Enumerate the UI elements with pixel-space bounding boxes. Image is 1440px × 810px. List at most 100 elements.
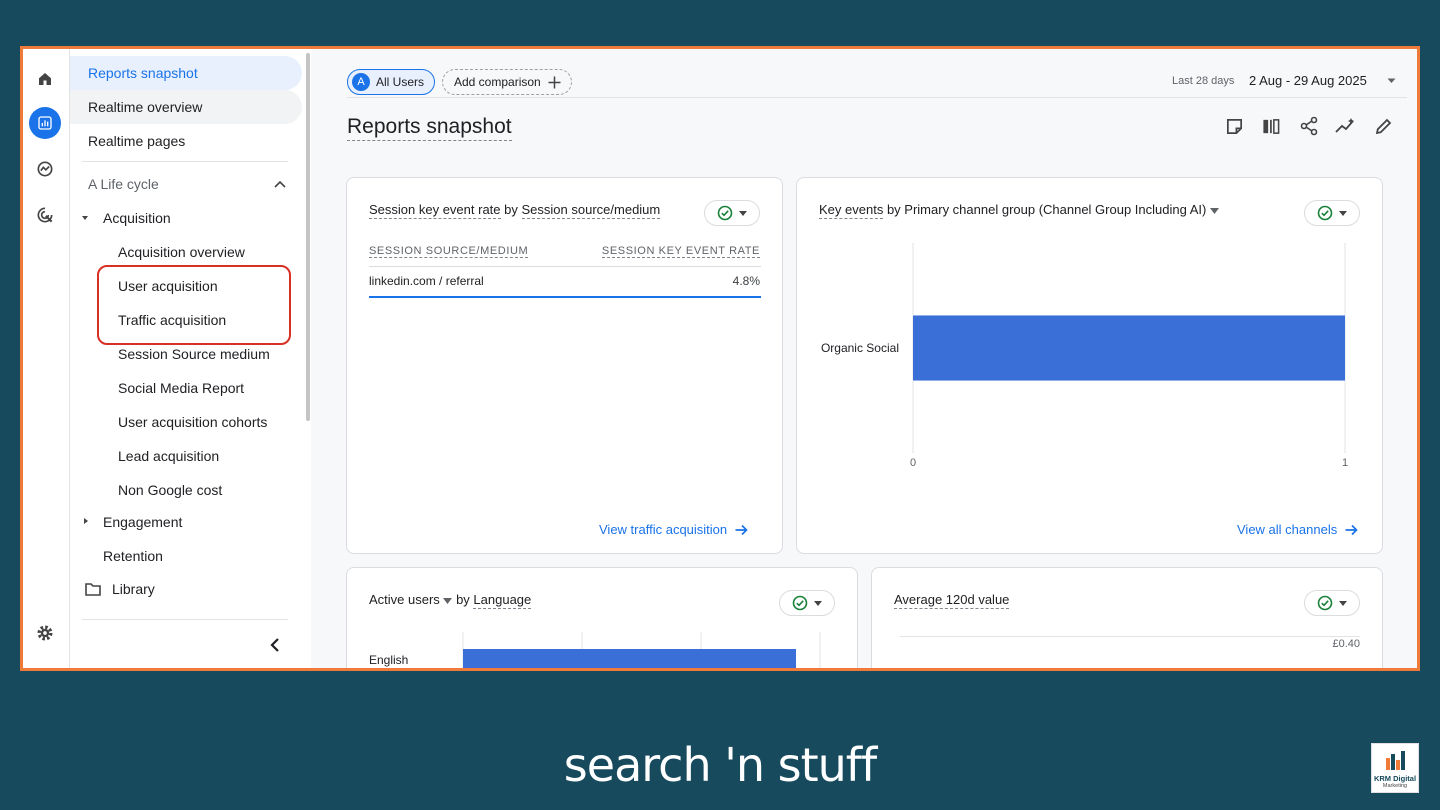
date-range[interactable]: 2 Aug - 29 Aug 2025 xyxy=(1249,73,1367,88)
card4-status-pill[interactable] xyxy=(1304,590,1360,616)
settings-icon[interactable] xyxy=(29,617,61,649)
nav-user-acquisition-cohorts[interactable]: User acquisition cohorts xyxy=(118,414,267,430)
nav-realtime-overview[interactable]: Realtime overview xyxy=(88,99,202,115)
card1-metric[interactable]: Session key event rate xyxy=(369,202,501,219)
caret-down-icon[interactable] xyxy=(81,214,89,222)
krm-logo-text: KRM Digital xyxy=(1373,774,1417,783)
bar-organic-social xyxy=(913,315,1345,381)
category-label: Organic Social xyxy=(821,341,899,355)
check-circle-icon xyxy=(792,595,808,611)
card1-dimension[interactable]: Session source/medium xyxy=(521,202,661,219)
header-divider xyxy=(347,97,1407,98)
insights-icon[interactable] xyxy=(1335,116,1357,136)
x-tick-label: 1 xyxy=(1342,457,1348,469)
analytics-window: Reports snapshot Realtime overview Realt… xyxy=(20,46,1420,671)
card2-dimension[interactable]: by Primary channel group (Channel Group … xyxy=(887,202,1206,217)
nav-lead-acquisition[interactable]: Lead acquisition xyxy=(118,448,219,464)
view-traffic-acquisition-label: View traffic acquisition xyxy=(599,522,728,537)
card3-metric[interactable]: Active users xyxy=(369,592,440,607)
chevron-up-icon[interactable] xyxy=(273,179,287,189)
card2-status-pill[interactable] xyxy=(1304,200,1360,226)
caret-right-icon[interactable] xyxy=(82,517,90,525)
edit-icon[interactable] xyxy=(1374,116,1394,136)
card2-metric[interactable]: Key events xyxy=(819,202,884,219)
nav-library[interactable]: Library xyxy=(112,581,155,597)
range-label: Last 28 days xyxy=(1172,75,1235,87)
segment-chip[interactable]: A All Users xyxy=(347,69,436,95)
main-content: A All Users Add comparison Last 28 days … xyxy=(311,49,1417,668)
krm-logo-sub: Marketing xyxy=(1382,783,1408,789)
nav-retention[interactable]: Retention xyxy=(103,548,163,564)
card-key-events-channel: Key events by Primary channel group (Cha… xyxy=(796,177,1383,554)
nav-acquisition[interactable]: Acquisition xyxy=(103,210,171,226)
home-icon[interactable] xyxy=(29,63,61,95)
card1-status-pill[interactable] xyxy=(704,200,760,226)
segment-avatar: A xyxy=(352,73,370,91)
view-traffic-acquisition-link[interactable]: View traffic acquisition xyxy=(599,522,748,537)
caret-down-icon[interactable] xyxy=(443,598,453,604)
compare-icon[interactable] xyxy=(1261,117,1281,136)
nav-session-source-medium[interactable]: Session Source medium xyxy=(118,346,270,362)
notes-icon[interactable] xyxy=(1225,117,1244,136)
arrow-right-icon xyxy=(1345,524,1358,535)
check-circle-icon xyxy=(717,205,733,221)
explore-icon[interactable] xyxy=(29,153,61,185)
nav-reports-snapshot[interactable]: Reports snapshot xyxy=(88,65,198,81)
nav-acquisition-overview[interactable]: Acquisition overview xyxy=(118,244,245,260)
collapse-chevron-icon[interactable] xyxy=(269,637,281,653)
col-header-source[interactable]: SESSION SOURCE/MEDIUM xyxy=(369,245,529,258)
highlight-annotation xyxy=(97,265,291,345)
caret-down-icon xyxy=(1339,210,1347,216)
page-title: Reports snapshot xyxy=(347,115,512,141)
card-active-users-language: Active users by Language English xyxy=(346,567,858,668)
channel-bar-chart: Organic Social 0 1 xyxy=(821,243,1348,469)
segment-label: All Users xyxy=(376,75,425,89)
caret-down-icon xyxy=(1339,600,1347,606)
add-comparison-button[interactable]: Add comparison xyxy=(442,69,572,95)
nav-social-media-report[interactable]: Social Media Report xyxy=(118,380,244,396)
icon-rail xyxy=(23,49,70,668)
col-header-rate[interactable]: SESSION KEY EVENT RATE xyxy=(601,245,760,258)
nav-non-google-cost[interactable]: Non Google cost xyxy=(118,482,222,498)
value-axis-label: £0.40 xyxy=(1332,638,1360,650)
card3-dimension[interactable]: Language xyxy=(473,592,532,609)
card4-title[interactable]: Average 120d value xyxy=(894,592,1010,609)
bar-english xyxy=(463,649,796,668)
advertising-icon[interactable] xyxy=(29,199,61,231)
brand-wordmark: search 'n stuff xyxy=(563,738,877,792)
row-bar xyxy=(369,296,761,298)
card2-title: Key events by Primary channel group (Cha… xyxy=(819,202,1219,219)
card1-by: by xyxy=(504,202,518,217)
krm-logo: KRM Digital Marketing xyxy=(1371,743,1419,793)
caret-down-icon xyxy=(739,210,747,216)
nav-realtime-pages[interactable]: Realtime pages xyxy=(88,133,185,149)
caret-down-icon[interactable] xyxy=(1209,208,1219,214)
row-value: 4.8% xyxy=(732,274,760,288)
view-all-channels-link[interactable]: View all channels xyxy=(1237,522,1358,537)
plus-icon xyxy=(548,76,561,88)
view-all-channels-label: View all channels xyxy=(1237,522,1338,537)
share-icon[interactable] xyxy=(1299,116,1319,136)
add-comparison-label: Add comparison xyxy=(454,75,541,89)
row-source: linkedin.com / referral xyxy=(369,274,484,288)
reports-nav: Reports snapshot Realtime overview Realt… xyxy=(70,49,310,668)
card3-by: by xyxy=(456,592,470,607)
date-dropdown-icon[interactable] xyxy=(1387,78,1396,84)
table-divider xyxy=(369,266,761,267)
check-circle-icon xyxy=(1317,595,1333,611)
check-circle-icon xyxy=(1317,205,1333,221)
caret-down-icon xyxy=(814,600,822,606)
card-session-key-event-rate: Session key event rate by Session source… xyxy=(346,177,783,554)
language-bar-chart: English xyxy=(369,632,821,668)
card-average-120d-value: Average 120d value £0.40 xyxy=(871,567,1383,668)
nav-scrollbar[interactable] xyxy=(306,53,310,421)
card1-title: Session key event rate by Session source… xyxy=(369,202,661,219)
card3-status-pill[interactable] xyxy=(779,590,835,616)
nav-section-lifecycle[interactable]: A Life cycle xyxy=(88,176,159,192)
reports-icon[interactable] xyxy=(29,107,61,139)
card3-title: Active users by Language xyxy=(369,592,532,609)
nav-engagement[interactable]: Engagement xyxy=(103,514,182,530)
arrow-right-icon xyxy=(735,524,748,535)
folder-icon xyxy=(85,583,101,596)
nav-divider xyxy=(82,161,288,162)
